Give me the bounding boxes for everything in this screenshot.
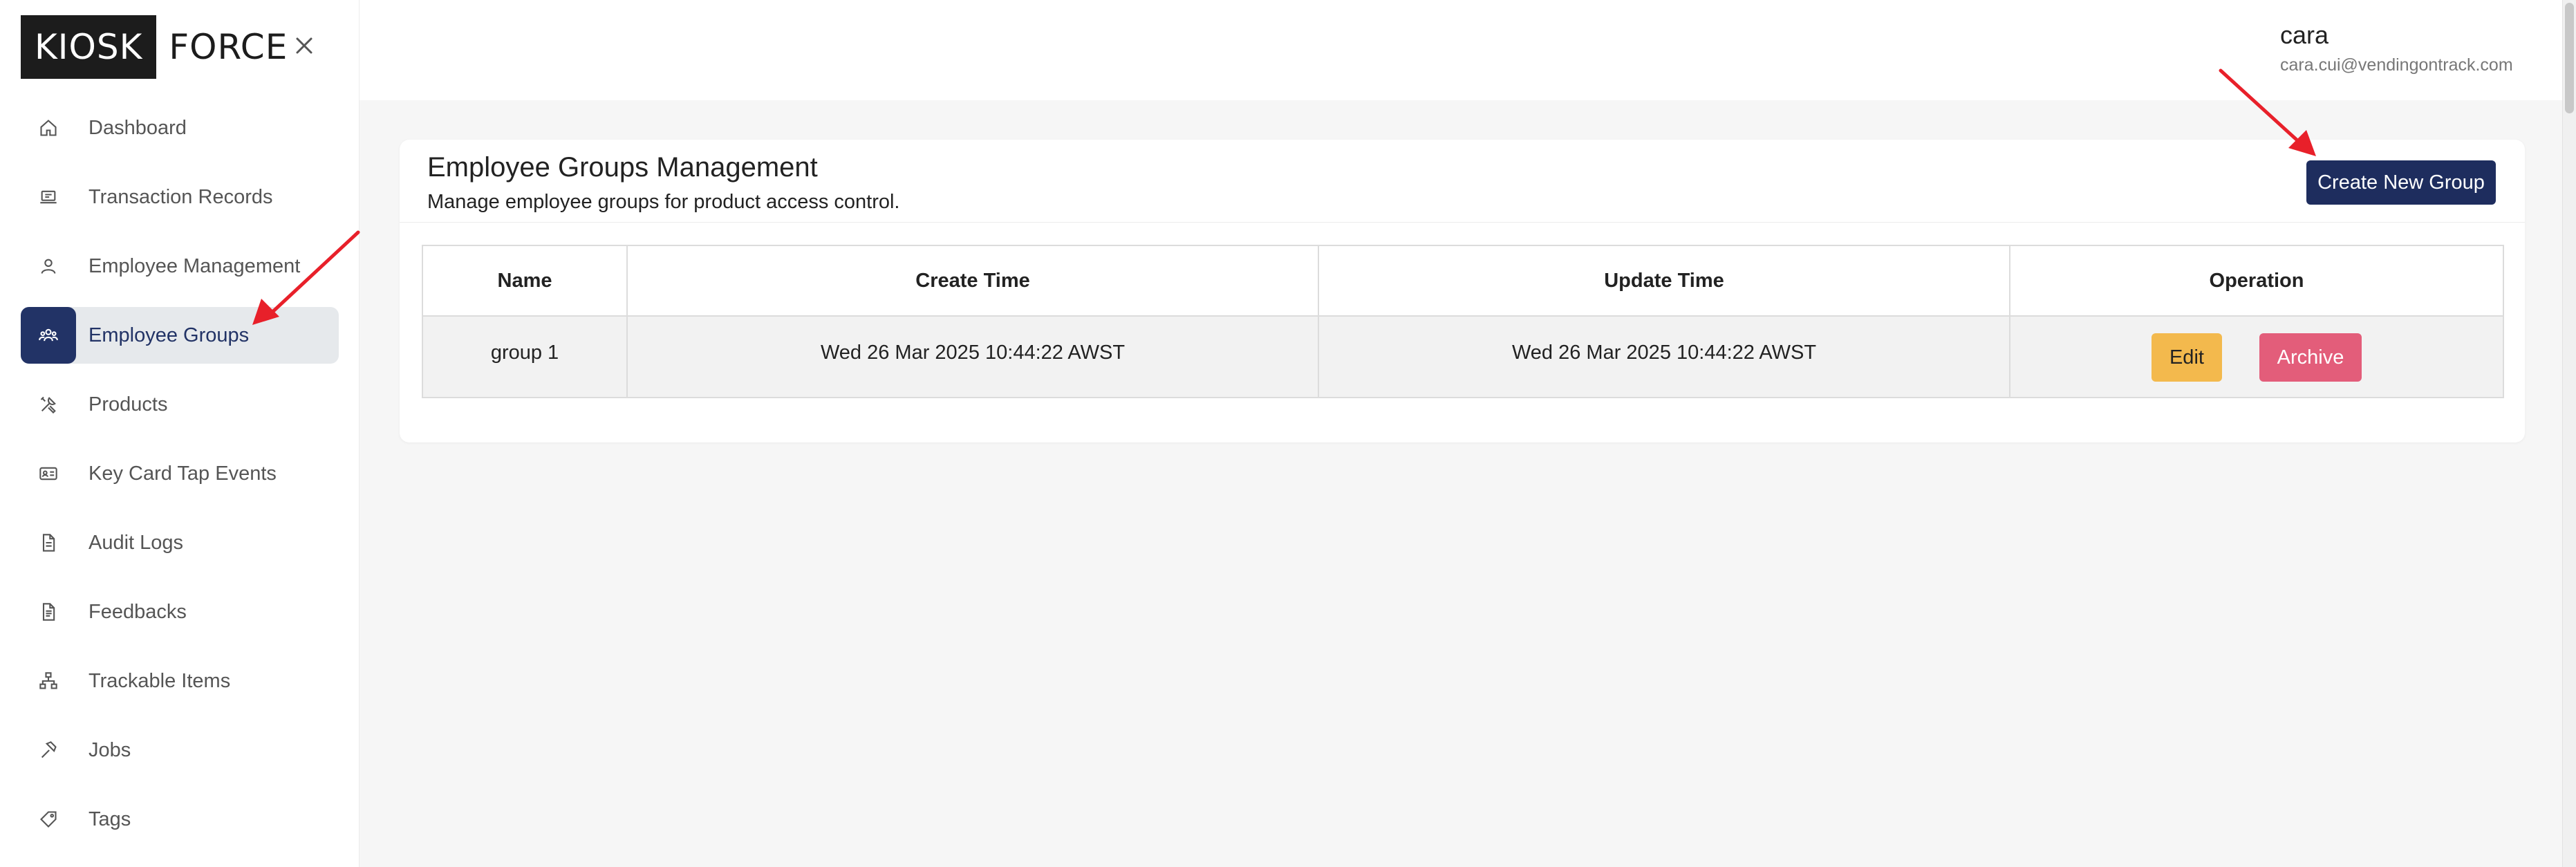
sidebar-item-label: Key Card Tap Events: [88, 462, 277, 485]
page-subtitle: Manage employee groups for product acces…: [427, 191, 900, 213]
sidebar-item-tags[interactable]: Tags: [21, 791, 339, 848]
sidebar-item-transaction-records[interactable]: Transaction Records: [21, 169, 339, 225]
sidebar-nav: Dashboard Transaction Records Employee M…: [21, 100, 339, 860]
sidebar-item-jobs[interactable]: Jobs: [21, 722, 339, 779]
cell-operation: Edit Archive: [2009, 315, 2504, 398]
brand-logo: KIOSK FORCE: [21, 15, 300, 79]
column-header-create-time: Create Time: [626, 245, 1319, 317]
close-sidebar-button[interactable]: [289, 32, 319, 62]
sidebar: KIOSK FORCE Dashboard Transaction Record…: [0, 0, 360, 867]
user-email: cara.cui@vendingontrack.com: [2280, 55, 2513, 75]
archive-button[interactable]: Archive: [2259, 333, 2362, 382]
table-row: group 1 Wed 26 Mar 2025 10:44:22 AWST We…: [422, 315, 2504, 398]
sidebar-item-label: Trackable Items: [88, 669, 231, 692]
column-header-name: Name: [422, 245, 628, 317]
table-header-row: Name Create Time Update Time Operation: [422, 245, 2504, 317]
scrollbar-thumb[interactable]: [2565, 3, 2574, 113]
employee-groups-card: Employee Groups Management Manage employ…: [400, 140, 2525, 442]
sidebar-item-audit-logs[interactable]: Audit Logs: [21, 514, 339, 571]
close-icon: [295, 37, 313, 58]
sidebar-item-employee-groups[interactable]: Employee Groups: [21, 307, 339, 364]
logo-force: FORCE: [169, 27, 288, 67]
hammer-icon: [21, 722, 76, 779]
top-header: cara cara.cui@vendingontrack.com: [360, 0, 2562, 100]
edit-button[interactable]: Edit: [2151, 333, 2222, 382]
id-card-icon: [21, 445, 76, 502]
sidebar-item-key-card-tap-events[interactable]: Key Card Tap Events: [21, 445, 339, 502]
sidebar-item-label: Feedbacks: [88, 600, 187, 623]
user-icon: [21, 238, 76, 295]
sidebar-item-trackable-items[interactable]: Trackable Items: [21, 653, 339, 709]
column-header-update-time: Update Time: [1318, 245, 2010, 317]
sidebar-item-employee-management[interactable]: Employee Management: [21, 238, 339, 295]
sidebar-item-feedbacks[interactable]: Feedbacks: [21, 584, 339, 640]
page-title: Employee Groups Management: [427, 152, 818, 183]
tools-icon: [21, 376, 76, 433]
cell-create-time: Wed 26 Mar 2025 10:44:22 AWST: [626, 315, 1319, 398]
card-header: Employee Groups Management Manage employ…: [400, 140, 2525, 223]
cell-name: group 1: [422, 315, 628, 398]
tag-icon: [21, 791, 76, 848]
sidebar-item-label: Employee Groups: [88, 324, 250, 346]
page-scrollbar[interactable]: [2562, 0, 2576, 867]
receipt-icon: [21, 169, 76, 225]
sidebar-item-label: Employee Management: [88, 254, 301, 277]
user-name[interactable]: cara: [2280, 21, 2328, 50]
app-window: KIOSK FORCE Dashboard Transaction Record…: [0, 0, 2576, 867]
sidebar-item-products[interactable]: Products: [21, 376, 339, 433]
sidebar-item-label: Jobs: [88, 738, 131, 761]
document-icon: [21, 514, 76, 571]
sidebar-item-dashboard[interactable]: Dashboard: [21, 100, 339, 156]
employee-groups-table: Name Create Time Update Time Operation g…: [422, 245, 2504, 398]
create-new-group-button[interactable]: Create New Group: [2306, 160, 2496, 205]
sidebar-item-label: Transaction Records: [88, 185, 273, 208]
home-icon: [21, 100, 76, 156]
logo-kiosk: KIOSK: [21, 15, 157, 79]
sidebar-item-label: Dashboard: [88, 116, 187, 139]
feedback-icon: [21, 584, 76, 640]
column-header-operation: Operation: [2009, 245, 2504, 317]
cell-update-time: Wed 26 Mar 2025 10:44:22 AWST: [1318, 315, 2010, 398]
hierarchy-icon: [21, 653, 76, 709]
sidebar-item-label: Audit Logs: [88, 531, 184, 554]
sidebar-item-label: Products: [88, 393, 168, 416]
group-icon: [21, 307, 76, 364]
sidebar-item-label: Tags: [88, 808, 131, 830]
